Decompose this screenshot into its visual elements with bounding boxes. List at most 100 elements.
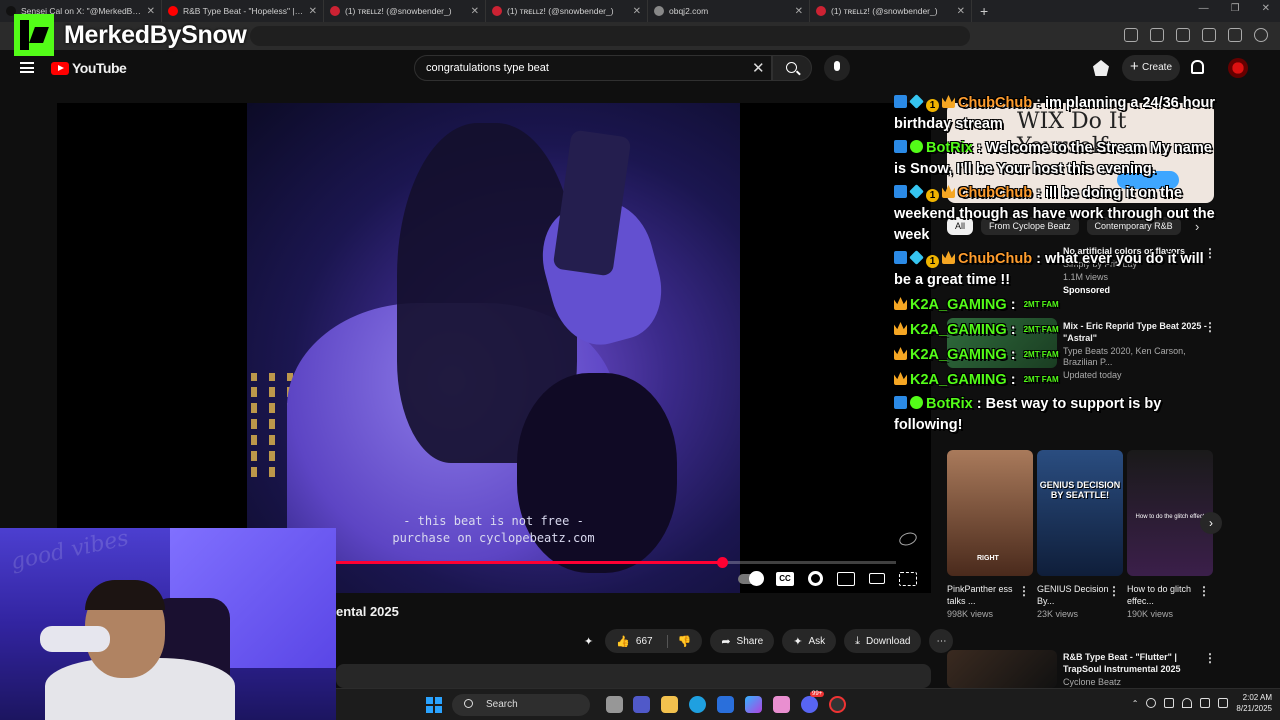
close-window-icon[interactable]: ✕ [1262, 3, 1270, 14]
shorts-next-icon[interactable]: › [1200, 512, 1222, 534]
search-button[interactable] [772, 55, 812, 81]
discord-icon[interactable]: 99+ [801, 691, 825, 713]
system-clock[interactable]: 2:02 AM 8/21/2025 [1236, 692, 1272, 714]
thumbs-up-icon: 👍 [616, 635, 630, 648]
ask-button[interactable]: ✦ Ask [782, 629, 837, 653]
wifi-icon[interactable] [1182, 698, 1193, 708]
close-tab-icon[interactable]: ✕ [795, 6, 803, 17]
windows-start-icon[interactable] [426, 697, 442, 713]
more-actions-button[interactable]: ⋯ [929, 629, 954, 653]
task-view-icon[interactable] [606, 696, 623, 713]
short-item-1[interactable]: PinkPanther ess talks ... 998K views [947, 583, 1025, 620]
close-tab-icon[interactable]: ✕ [957, 6, 965, 17]
chat-username[interactable]: ChubChub [958, 185, 1032, 201]
gift-icon[interactable]: ✦ [580, 629, 597, 653]
kick-gift-icon[interactable] [1093, 60, 1109, 76]
settings-icon[interactable] [1228, 28, 1242, 42]
store-icon[interactable] [717, 696, 734, 713]
download-button[interactable]: ⤓ Download [844, 629, 922, 653]
close-tab-icon[interactable]: ✕ [633, 6, 641, 17]
chat-username[interactable]: ChubChub [958, 95, 1032, 111]
bottom-video-thumbnail[interactable] [947, 650, 1057, 688]
tray-chevron-icon[interactable]: ⌃ [1132, 699, 1139, 708]
short-more-icon-2[interactable]: ⋮ [1108, 584, 1120, 598]
bottom-video-more-icon[interactable]: ⋮ [1204, 651, 1216, 665]
theater-mode-icon[interactable] [869, 573, 885, 584]
browser-tab[interactable]: (1) ᴛʀᴇʟʟᴢ! (@snowbender_) ✕ [810, 0, 972, 22]
restore-icon[interactable]: ❐ [1231, 3, 1240, 14]
edge-icon[interactable] [689, 696, 706, 713]
browser-tab[interactable]: obqj2.com ✕ [648, 0, 810, 22]
browser-tab[interactable]: (1) ᴛʀᴇʟʟᴢ! (@snowbender_) ✕ [486, 0, 648, 22]
short-more-icon-3[interactable]: ⋮ [1198, 584, 1210, 598]
bottom-video-item[interactable]: R&B Type Beat - "Flutter" | TrapSoul Ins… [1063, 651, 1203, 688]
captions-icon[interactable]: CC [776, 571, 794, 586]
battery-icon[interactable] [1218, 698, 1229, 708]
close-tab-icon[interactable]: ✕ [309, 6, 317, 17]
download-icon: ⤓ [855, 634, 860, 647]
copilot-icon[interactable] [745, 696, 762, 713]
volume-icon[interactable] [1200, 698, 1211, 708]
video-frame[interactable]: - this beat is not free - purchase on cy… [247, 103, 740, 593]
miniplayer-icon[interactable] [837, 571, 855, 586]
hamburger-menu-icon[interactable] [20, 62, 34, 73]
chat-username[interactable]: K2A_GAMING [910, 322, 1007, 338]
chat-separator: : [1032, 95, 1045, 111]
profile-icon[interactable] [1254, 28, 1268, 42]
close-tab-icon[interactable]: ✕ [471, 6, 479, 17]
taskbar-search[interactable]: Search [452, 694, 590, 716]
share-button[interactable]: ➦ Share [710, 629, 775, 653]
chat-message: BotRix : Welcome to the Stream My name i… [894, 138, 1224, 180]
address-bar[interactable] [250, 26, 970, 46]
thumbs-down-icon[interactable]: 👎 [666, 634, 691, 648]
chat-username[interactable]: K2A_GAMING [910, 297, 1007, 313]
extension-icon[interactable] [1124, 28, 1138, 42]
user-avatar[interactable] [1228, 58, 1248, 78]
chat-username[interactable]: ChubChub [958, 251, 1032, 267]
video-actions: ✦ 👍 667 👎 ➦ Share ✦ Ask ⤓ Download ⋯ [580, 629, 954, 653]
clear-search-icon[interactable]: ✕ [752, 59, 765, 77]
chat-username[interactable]: K2A_GAMING [910, 372, 1007, 388]
downloads-icon[interactable] [1202, 28, 1216, 42]
teams-icon[interactable] [633, 696, 650, 713]
notifications-bell-icon[interactable] [1191, 60, 1204, 74]
tab-favicon-icon [816, 6, 826, 16]
short-item-3[interactable]: How to do glitch effec... 190K views [1127, 583, 1205, 620]
like-button[interactable]: 👍 667 👎 [605, 629, 703, 653]
chat-separator: : [1006, 297, 1020, 313]
autoplay-toggle[interactable] [738, 570, 764, 586]
youtube-logo[interactable]: YouTube [51, 60, 127, 76]
fullscreen-icon[interactable] [899, 571, 917, 586]
chat-username[interactable]: BotRix [926, 140, 973, 156]
short-title-1: PinkPanther ess talks ... [947, 584, 1013, 606]
short-item-2[interactable]: GENIUS Decision By... 23K views [1037, 583, 1115, 620]
browser-tab[interactable]: (1) ᴛʀᴇʟʟᴢ! (@snowbender_) ✕ [324, 0, 486, 22]
one-month-badge-icon: 1 [926, 189, 939, 202]
short-thumb-text-2: GENIUS DECISION BY SEATTLE! [1039, 480, 1121, 500]
app-icon-red[interactable] [829, 696, 846, 713]
brand-name: MerkedBySnow [64, 20, 247, 49]
create-button[interactable]: Create [1122, 55, 1180, 81]
video-progress-bar[interactable] [336, 557, 896, 568]
file-explorer-icon[interactable] [661, 696, 678, 713]
short-thumbnail-3[interactable]: How to do the glitch effect [1127, 450, 1213, 576]
settings-gear-icon[interactable] [808, 571, 823, 586]
mic-tray-icon[interactable] [1164, 698, 1175, 708]
short-thumbnail-2[interactable]: GENIUS DECISION BY SEATTLE! [1037, 450, 1123, 576]
chat-username[interactable]: K2A_GAMING [910, 347, 1007, 363]
new-tab-button[interactable]: + [980, 3, 988, 19]
voice-search-mic-icon[interactable] [824, 55, 850, 81]
chat-username[interactable]: BotRix [926, 396, 973, 412]
favorites-icon[interactable] [1150, 28, 1164, 42]
app-icon-pink[interactable] [773, 696, 790, 713]
history-icon[interactable] [1176, 28, 1190, 42]
channel-watermark-icon[interactable] [897, 530, 919, 548]
description-box[interactable] [336, 664, 931, 688]
bottom-video-title: R&B Type Beat - "Flutter" | TrapSoul Ins… [1063, 652, 1181, 674]
minimize-icon[interactable]: — [1199, 3, 1209, 14]
cloud-icon[interactable] [1146, 698, 1157, 708]
video-player[interactable]: - this beat is not free - purchase on cy… [57, 103, 931, 593]
search-input[interactable]: congratulations type beat [414, 55, 772, 81]
short-thumbnail-1[interactable]: RIGHT [947, 450, 1033, 576]
short-more-icon-1[interactable]: ⋮ [1018, 584, 1030, 598]
